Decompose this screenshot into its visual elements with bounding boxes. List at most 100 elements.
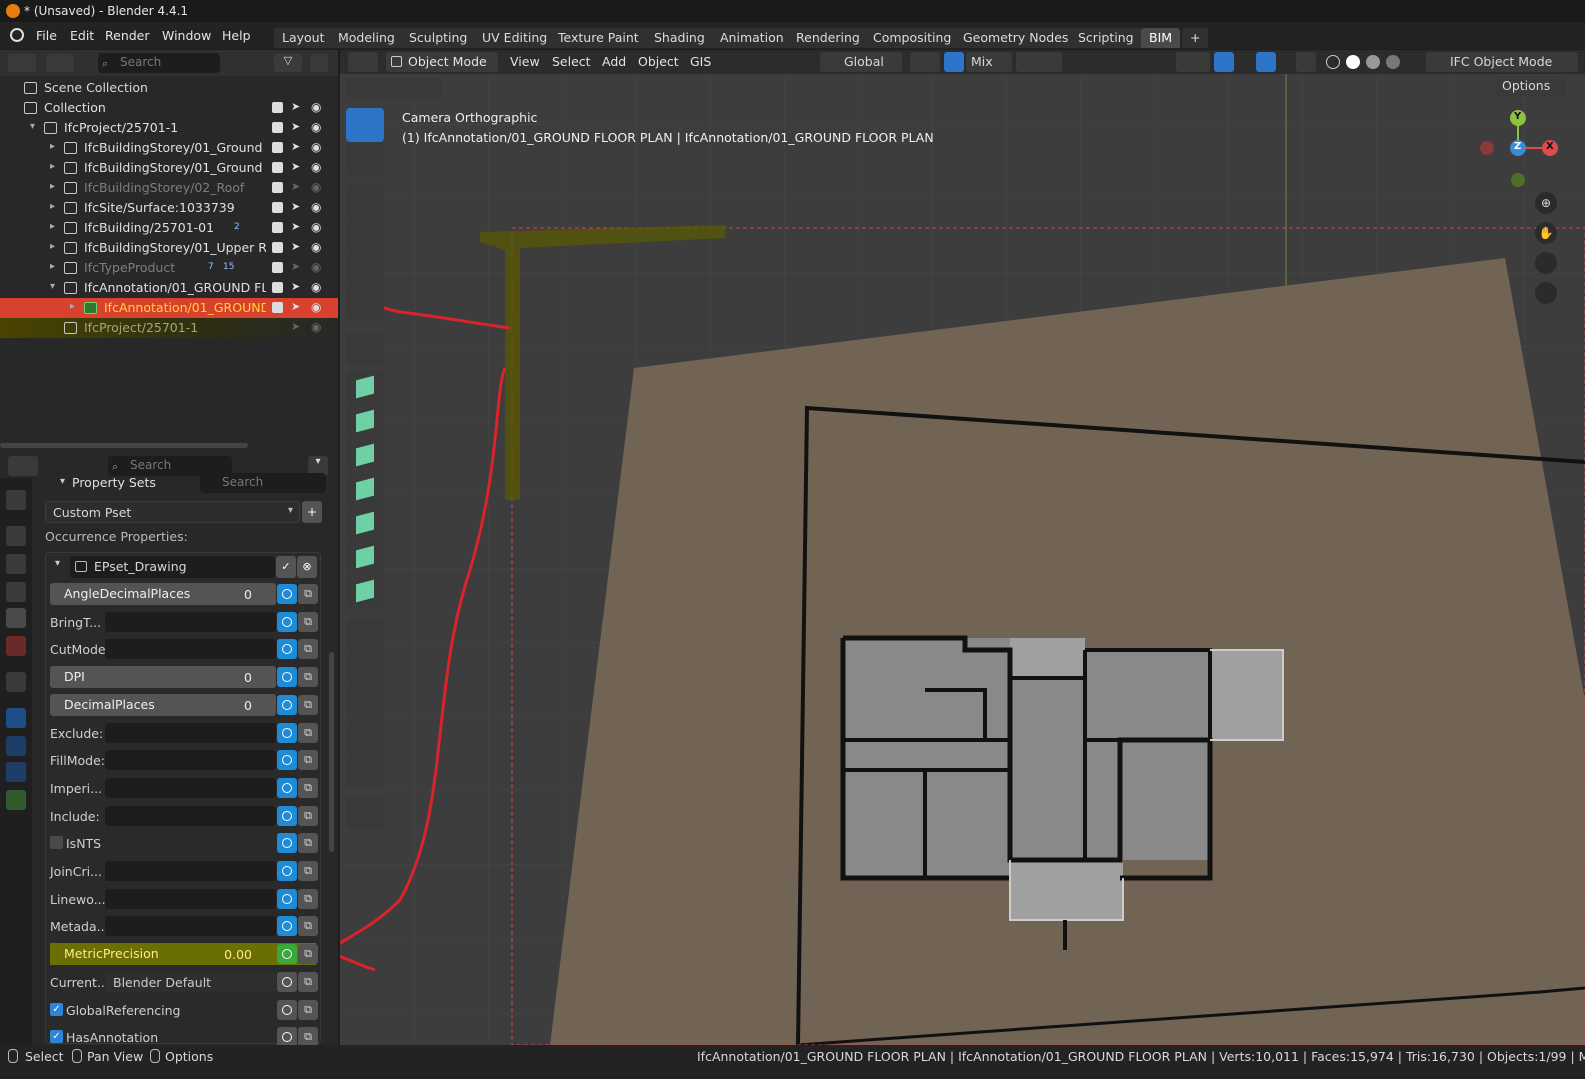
explore-tool[interactable] (346, 332, 384, 366)
property-toggle-button[interactable] (277, 861, 297, 881)
chevron-down-icon[interactable]: ▾ (50, 281, 55, 292)
menu-window[interactable]: Window (162, 28, 211, 43)
wireframe-shading-icon[interactable] (1326, 55, 1340, 69)
add-pset-button[interactable]: + (302, 501, 322, 523)
outliner-row-selected[interactable]: ▸ IfcAnnotation/01_GROUND F ➤ ◉ (0, 298, 338, 318)
add-workspace-button[interactable]: + (1182, 28, 1209, 48)
door-tool[interactable] (346, 438, 384, 472)
filter-icon[interactable]: ▽ (274, 54, 302, 72)
exclude-checkbox[interactable] (272, 302, 283, 313)
property-toggle-button[interactable] (277, 805, 297, 826)
menu-render[interactable]: Render (105, 28, 150, 43)
exclude-checkbox[interactable] (272, 162, 283, 173)
chevron-right-icon[interactable]: ▸ (50, 181, 55, 192)
visibility-eye-icon[interactable]: ◉ (311, 100, 321, 114)
blender-menu-icon[interactable] (10, 28, 24, 42)
copy-property-icon[interactable]: ⧉ (298, 971, 318, 992)
visibility-eye-icon[interactable]: ◉ (311, 160, 321, 174)
viewport-menu-gis[interactable]: GIS (690, 54, 711, 69)
snap-dropdown[interactable]: Mix (966, 52, 1012, 72)
copy-property-icon[interactable]: ⧉ (298, 833, 318, 854)
view-layer-tab-icon[interactable] (6, 582, 26, 602)
selectable-arrow-icon[interactable]: ➤ (291, 240, 300, 253)
element-tool[interactable] (346, 574, 384, 608)
visibility-eye-icon[interactable]: ◉ (311, 180, 321, 194)
exclude-checkbox[interactable] (272, 262, 283, 273)
window-tool[interactable] (346, 540, 384, 574)
pset-search-input[interactable]: Search (200, 473, 326, 493)
outliner-row[interactable]: ▸ IfcSite/Surface:1033739 ➤ ◉ (0, 198, 338, 218)
copy-property-icon[interactable]: ⧉ (298, 750, 318, 771)
menu-help[interactable]: Help (222, 28, 251, 43)
options-button[interactable]: Options (1496, 76, 1566, 96)
copy-property-icon[interactable]: ⧉ (298, 722, 318, 743)
mode-dropdown[interactable]: Object Mode (386, 52, 498, 72)
property-toggle-button[interactable] (277, 639, 297, 660)
tool-tab-icon[interactable] (6, 490, 26, 510)
property-sets-header[interactable]: Property Sets (72, 475, 156, 490)
property-toggle-button[interactable] (277, 611, 297, 632)
outliner-row[interactable]: ▸ IfcTypeProduct ➤ ◉ (0, 258, 338, 278)
outliner-row[interactable]: IfcProject/25701-1 ➤ ◉ (0, 318, 338, 338)
output-tab-icon[interactable] (6, 554, 26, 574)
select-box-tool[interactable] (346, 108, 384, 142)
copy-property-icon[interactable]: ⧉ (298, 777, 318, 798)
collection-tab-icon[interactable] (6, 672, 26, 692)
pivot-icon[interactable] (910, 52, 940, 72)
rendered-shading-icon[interactable] (1386, 55, 1400, 69)
chevron-right-icon[interactable]: ▸ (50, 201, 55, 212)
copy-property-icon[interactable]: ⧉ (298, 667, 318, 688)
object-tab-icon[interactable] (6, 708, 26, 728)
3d-viewport[interactable] (340, 50, 1585, 1045)
visibility-eye-icon[interactable]: ◉ (311, 240, 321, 254)
property-checkbox[interactable] (50, 836, 63, 850)
property-checkbox[interactable]: ✓ (50, 1030, 63, 1044)
solid-shading-icon[interactable] (1346, 55, 1360, 69)
selection-mode-icons[interactable] (346, 78, 442, 98)
workspace-tab-texture-paint[interactable]: Texture Paint (550, 28, 647, 48)
chevron-right-icon[interactable]: ▸ (50, 221, 55, 232)
visibility-eye-icon[interactable]: ◉ (311, 300, 321, 314)
transform-tool[interactable] (346, 286, 384, 320)
workspace-tab-shading[interactable]: Shading (646, 28, 713, 48)
visibility-icon[interactable] (1176, 52, 1210, 72)
new-collection-icon[interactable] (310, 54, 328, 72)
outliner-scrollbar[interactable] (0, 443, 248, 448)
visibility-eye-icon[interactable]: ◉ (311, 220, 321, 234)
property-input[interactable] (105, 861, 276, 881)
property-value[interactable]: 0.00 (224, 947, 252, 962)
viewport-editor-icon[interactable] (348, 52, 378, 72)
add-cube-tool[interactable] (346, 796, 384, 830)
property-name-field[interactable]: DecimalPlaces (50, 693, 276, 716)
chevron-right-icon[interactable]: ▸ (50, 161, 55, 172)
property-name-field[interactable]: DPI (50, 666, 276, 689)
menu-edit[interactable]: Edit (70, 28, 94, 43)
column-tool[interactable] (346, 472, 384, 506)
wall-tool[interactable] (346, 370, 384, 404)
chevron-down-icon[interactable]: ▾ (55, 558, 60, 569)
navigation-gizmo[interactable]: Y Z X (1478, 108, 1570, 192)
camera-view-icon[interactable] (1535, 252, 1557, 274)
exclude-checkbox[interactable] (272, 182, 283, 193)
outliner-row[interactable]: ▾ IfcProject/25701-1 ➤ ◉ (0, 118, 338, 138)
display-mode-icon[interactable] (46, 54, 74, 72)
render-tab-icon[interactable] (6, 526, 26, 546)
pset-name-field[interactable]: EPset_Drawing (70, 556, 275, 578)
outliner-row[interactable]: ▸ IfcBuildingStorey/01_Upper Roo ➤ ◉ (0, 238, 338, 258)
workspace-tab-rendering[interactable]: Rendering (788, 28, 868, 48)
copy-property-icon[interactable]: ⧉ (298, 805, 318, 826)
workspace-tab-layout[interactable]: Layout (274, 28, 333, 48)
gizmo-toggle-icon[interactable] (1214, 52, 1234, 72)
visibility-eye-icon[interactable]: ◉ (311, 280, 321, 294)
menu-file[interactable]: File (36, 28, 57, 43)
outliner-row[interactable]: ▸ IfcBuildingStorey/01_Ground Le ➤ ◉ (0, 158, 338, 178)
physics-tab-icon[interactable] (6, 736, 26, 756)
property-toggle-button[interactable] (277, 888, 297, 909)
property-input[interactable] (105, 750, 276, 771)
copy-property-icon[interactable]: ⧉ (298, 916, 318, 937)
world-tab-icon[interactable] (6, 636, 26, 656)
exclude-checkbox[interactable] (272, 102, 283, 113)
annotate-tool[interactable] (346, 720, 384, 754)
visibility-eye-icon[interactable]: ◉ (311, 140, 321, 154)
chevron-right-icon[interactable]: ▸ (50, 141, 55, 152)
